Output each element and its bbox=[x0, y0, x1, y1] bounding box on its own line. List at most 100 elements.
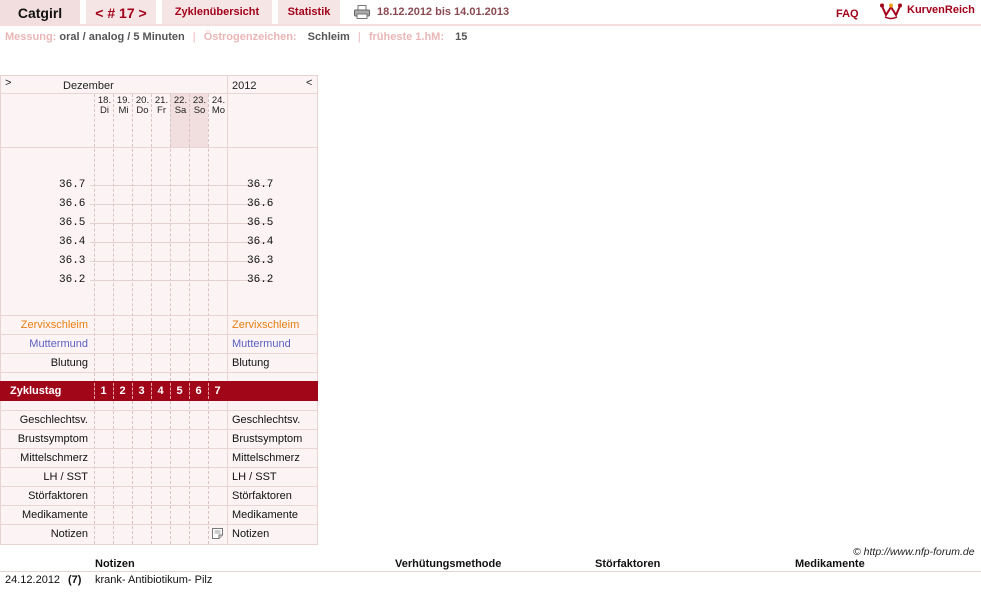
row-label-cervical-mucus-right: Zervixschleim bbox=[232, 319, 300, 331]
row-label-bleeding[interactable]: Blutung bbox=[0, 357, 88, 369]
row-divider bbox=[0, 315, 318, 316]
day-column-line bbox=[170, 94, 171, 381]
temperature-label-right: 36.2 bbox=[247, 274, 274, 286]
row-label-intercourse[interactable]: Geschlechtsv. bbox=[0, 414, 88, 426]
row-label-mittelschmerz-right: Mittelschmerz bbox=[232, 452, 300, 464]
next-month-button[interactable]: < bbox=[306, 77, 312, 89]
day-column-line bbox=[151, 401, 152, 544]
estrogen-value: Schleim bbox=[307, 31, 350, 43]
temperature-label-right: 36.3 bbox=[247, 255, 274, 267]
note-cycle-day: (7) bbox=[68, 574, 82, 586]
cycle-day-number: 6 bbox=[195, 385, 202, 397]
day-column-line bbox=[113, 94, 114, 381]
faq-link[interactable]: FAQ bbox=[836, 8, 859, 20]
user-name[interactable]: Catgirl bbox=[0, 0, 80, 24]
cycle-day-number: 7 bbox=[214, 385, 221, 397]
day-column-line bbox=[208, 401, 209, 544]
crown-icon[interactable] bbox=[880, 2, 902, 20]
prev-month-button[interactable]: > bbox=[5, 77, 11, 89]
cycle-day-label: Zyklustag bbox=[10, 385, 62, 397]
row-label-cervical-mucus[interactable]: Zervixschleim bbox=[0, 319, 88, 331]
separator: | bbox=[357, 31, 361, 43]
day-column-line bbox=[170, 401, 171, 544]
copyright-notice: © http://www.nfp-forum.de bbox=[853, 546, 975, 558]
temperature-gridline bbox=[90, 204, 272, 205]
day-header: 24. Mo bbox=[211, 95, 226, 116]
note-date: 24.12.2012 bbox=[5, 574, 61, 586]
cycle-day-number: 5 bbox=[176, 385, 183, 397]
day-column-line bbox=[113, 401, 114, 544]
column-divider bbox=[227, 76, 228, 544]
row-label-medication[interactable]: Medikamente bbox=[0, 509, 88, 521]
row-label-lh-test-right: LH / SST bbox=[232, 471, 277, 483]
row-label-medication-right: Medikamente bbox=[232, 509, 299, 521]
day-column-line bbox=[132, 401, 133, 544]
row-divider bbox=[0, 93, 318, 94]
cycle-day-number: 4 bbox=[157, 385, 164, 397]
day-column-line bbox=[208, 94, 209, 381]
day-header: 22. Sa bbox=[173, 95, 188, 116]
disturbances-column-header: Störfaktoren bbox=[595, 558, 661, 570]
day-header: 19. Mi bbox=[116, 95, 131, 116]
day-column-line bbox=[94, 94, 95, 381]
measurement-settings: Messung: oral / analog / 5 Minuten | Öst… bbox=[5, 31, 467, 43]
temperature-label-left: 36.5 bbox=[59, 217, 86, 229]
measurement-value: oral / analog / 5 Minuten bbox=[59, 31, 185, 43]
row-label-mittelschmerz[interactable]: Mittelschmerz bbox=[0, 452, 88, 464]
table-divider bbox=[0, 571, 981, 572]
printer-icon[interactable] bbox=[354, 5, 370, 19]
row-divider bbox=[0, 429, 318, 430]
temperature-label-right: 36.6 bbox=[247, 198, 274, 210]
row-divider bbox=[0, 372, 318, 373]
day-column-line bbox=[151, 94, 152, 381]
row-label-cervix-right: Muttermund bbox=[232, 338, 291, 350]
row-divider bbox=[0, 410, 318, 411]
temperature-gridline bbox=[90, 242, 272, 243]
contraception-column-header: Verhütungsmethode bbox=[395, 558, 502, 570]
row-divider bbox=[0, 505, 318, 506]
row-label-disturbances-right: Störfaktoren bbox=[232, 490, 292, 502]
row-label-cervix[interactable]: Muttermund bbox=[0, 338, 88, 350]
row-divider bbox=[0, 334, 318, 335]
row-label-breast-symptom[interactable]: Brustsymptom bbox=[0, 433, 88, 445]
row-label-disturbances[interactable]: Störfaktoren bbox=[0, 490, 88, 502]
cycle-day-number: 2 bbox=[119, 385, 126, 397]
temperature-label-left: 36.3 bbox=[59, 255, 86, 267]
note-icon[interactable] bbox=[212, 528, 223, 539]
tab-cycle-overview[interactable]: Zyklenübersicht bbox=[162, 0, 272, 24]
row-label-intercourse-right: Geschlechtsv. bbox=[232, 414, 301, 426]
day-column-line bbox=[132, 94, 133, 381]
cycle-selector[interactable]: < # 17 > bbox=[86, 0, 156, 24]
row-label-breast-symptom-right: Brustsymptom bbox=[232, 433, 303, 445]
temperature-label-left: 36.2 bbox=[59, 274, 86, 286]
earliest-hm-value: 15 bbox=[455, 31, 468, 43]
row-divider bbox=[0, 353, 318, 354]
row-divider bbox=[0, 486, 318, 487]
temperature-label-right: 36.7 bbox=[247, 179, 274, 191]
temperature-label-right: 36.5 bbox=[247, 217, 274, 229]
tab-statistics[interactable]: Statistik bbox=[278, 0, 340, 24]
temperature-gridline bbox=[90, 280, 272, 281]
estrogen-label: Östrogenzeichen: bbox=[203, 31, 297, 43]
temperature-label-left: 36.6 bbox=[59, 198, 86, 210]
separator: | bbox=[192, 31, 196, 43]
year-label: 2012 bbox=[232, 80, 257, 92]
day-column-line bbox=[189, 94, 190, 381]
day-header: 20. Do bbox=[135, 95, 150, 116]
nav-divider bbox=[0, 24, 981, 26]
row-label-notes[interactable]: Notizen bbox=[0, 528, 88, 540]
cycle-day-number: 1 bbox=[100, 385, 107, 397]
cycle-day-number: 3 bbox=[138, 385, 145, 397]
brand-logo[interactable]: KurvenReich bbox=[907, 4, 975, 16]
day-header: 21. Fr bbox=[154, 95, 169, 116]
temperature-gridline bbox=[90, 185, 272, 186]
temperature-gridline bbox=[90, 223, 272, 224]
notes-column-header: Notizen bbox=[95, 558, 135, 570]
row-divider bbox=[0, 524, 318, 525]
row-divider bbox=[0, 448, 318, 449]
day-header: 18. Di bbox=[97, 95, 112, 116]
row-label-lh-test[interactable]: LH / SST bbox=[0, 471, 88, 483]
medication-column-header: Medikamente bbox=[795, 558, 865, 570]
note-text: krank- Antibiotikum- Pilz bbox=[95, 574, 213, 586]
row-divider bbox=[0, 147, 318, 148]
